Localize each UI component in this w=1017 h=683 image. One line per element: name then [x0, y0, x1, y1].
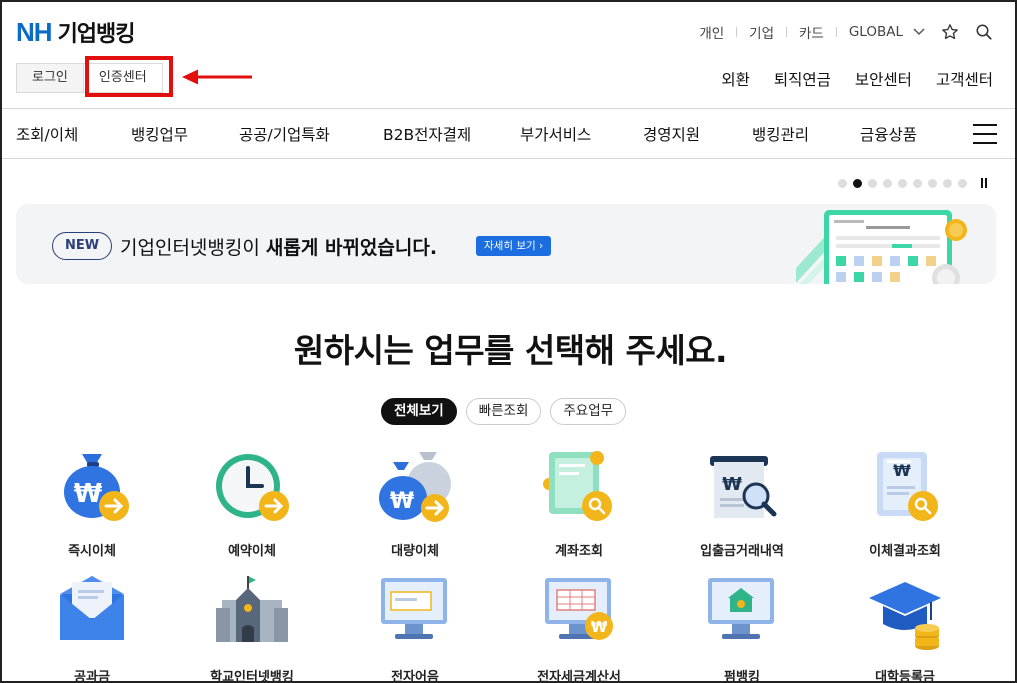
gnb-item-inquiry-transfer[interactable]: 조회/이체 — [16, 123, 78, 145]
tab-all[interactable]: 전체보기 — [381, 398, 457, 425]
service-electronic-bill[interactable]: 전자어음 — [335, 574, 495, 683]
slide-dot[interactable] — [928, 178, 937, 188]
svg-text:₩: ₩ — [390, 489, 414, 514]
service-tabs: 전체보기 빠른조회 주요업무 — [381, 398, 627, 425]
highlight-box — [85, 56, 173, 97]
utility-nav: 개인 기업 카드 GLOBAL — [699, 22, 993, 42]
slide-indicator — [838, 178, 987, 188]
subnav-customer[interactable]: 고객센터 — [936, 68, 993, 90]
monitor-illustration-icon — [796, 210, 967, 284]
service-label: 전자어음 — [391, 670, 439, 683]
service-tuition[interactable]: 대학등록금 — [825, 574, 985, 683]
banner-text-normal: 기업인터넷뱅킹이 — [120, 237, 266, 259]
gnb-item-extra[interactable]: 부가서비스 — [520, 123, 591, 145]
clock-arrow-icon — [216, 454, 289, 521]
subnav-fx[interactable]: 외환 — [721, 68, 750, 90]
promo-banner[interactable]: NEW 기업인터넷뱅킹이 새롭게 바뀌었습니다. 자세히 보기 › — [16, 204, 996, 284]
gnb-item-banking[interactable]: 뱅킹업무 — [131, 123, 188, 145]
red-arrow-icon — [182, 69, 252, 85]
gnb-item-public[interactable]: 공공/기업특화 — [239, 123, 330, 145]
envelope-icon — [60, 576, 124, 640]
service-firm-banking[interactable]: 펌뱅킹 — [662, 574, 822, 683]
slide-dot[interactable] — [883, 178, 892, 188]
tab-main-tasks[interactable]: 주요업무 — [550, 398, 627, 425]
account-search-icon — [543, 451, 612, 521]
sub-nav: 외환 퇴직연금 보안센터 고객센터 — [721, 68, 993, 90]
receipt-search-icon: ₩ — [710, 456, 777, 518]
pause-icon[interactable] — [981, 178, 987, 188]
util-link-corporate[interactable]: 기업 — [749, 22, 774, 42]
search-icon[interactable] — [975, 23, 993, 41]
slide-dot[interactable] — [943, 178, 952, 188]
service-utility-bills[interactable]: 공과금 — [12, 574, 172, 683]
document-search-icon: ₩ — [877, 452, 938, 521]
service-label: 대학등록금 — [875, 670, 935, 683]
logo-nh: NH — [16, 16, 53, 47]
service-instant-transfer[interactable]: ₩ 즉시이체 — [12, 448, 172, 559]
service-school-banking[interactable]: 학교인터넷뱅킹 — [172, 574, 332, 683]
service-transaction-history[interactable]: ₩ 입출금거래내역 — [662, 448, 822, 559]
service-label: 이체결과조회 — [869, 544, 941, 559]
slide-dot[interactable] — [898, 178, 907, 188]
subnav-security[interactable]: 보안센터 — [855, 68, 912, 90]
service-label: 전자세금계산서 — [537, 670, 621, 683]
slide-dot[interactable] — [958, 178, 967, 188]
logo-text: 기업뱅킹 — [57, 22, 136, 47]
svg-text:₩: ₩ — [722, 474, 742, 495]
divider — [835, 27, 837, 37]
svg-text:₩: ₩ — [591, 618, 608, 636]
util-link-global[interactable]: GLOBAL — [849, 24, 903, 40]
school-building-icon — [216, 576, 288, 642]
page-title: 원하시는 업무를 선택해 주세요. — [293, 331, 728, 370]
nh-logo[interactable]: NH 기업뱅킹 — [16, 16, 136, 48]
service-account-inquiry[interactable]: 계좌조회 — [499, 448, 659, 559]
divider — [786, 27, 787, 37]
service-scheduled-transfer[interactable]: 예약이체 — [172, 448, 332, 559]
gnb-item-banking-admin[interactable]: 뱅킹관리 — [752, 123, 809, 145]
util-link-card[interactable]: 카드 — [799, 22, 824, 42]
chevron-down-icon[interactable] — [913, 26, 925, 39]
star-icon[interactable] — [941, 23, 959, 41]
service-label: 펌뱅킹 — [724, 670, 760, 683]
banner-text-bold: 새롭게 바뀌었습니다. — [265, 237, 438, 259]
login-button[interactable]: 로그인 — [17, 64, 83, 92]
gnb-item-management[interactable]: 경영지원 — [643, 123, 700, 145]
money-bag-arrow-icon: ₩ — [64, 454, 129, 521]
divider — [736, 27, 738, 37]
main-nav: 조회/이체 뱅킹업무 공공/기업특화 B2B전자결제 부가서비스 경영지원 뱅킹… — [2, 108, 1015, 159]
monitor-tax-icon: ₩ — [545, 578, 613, 640]
service-label: 공과금 — [74, 670, 110, 683]
service-label: 학교인터넷뱅킹 — [210, 670, 294, 683]
util-link-personal[interactable]: 개인 — [699, 22, 724, 42]
subnav-pension[interactable]: 퇴직연금 — [774, 68, 831, 90]
service-label: 계좌조회 — [555, 544, 603, 559]
gnb-item-b2b[interactable]: B2B전자결제 — [383, 123, 471, 145]
slide-dot[interactable] — [913, 178, 922, 188]
service-e-tax-invoice[interactable]: ₩ 전자세금계산서 — [499, 574, 659, 683]
slide-dot[interactable] — [838, 178, 847, 188]
service-label: 입출금거래내역 — [700, 544, 784, 559]
banner-more-button[interactable]: 자세히 보기 › — [476, 236, 552, 256]
slide-dot[interactable] — [868, 178, 877, 188]
tab-quick-inquiry[interactable]: 빠른조회 — [465, 398, 542, 425]
page-frame: NH 기업뱅킹 개인 기업 카드 GLOBAL 로그인 인증센터 외환 퇴직연금… — [0, 0, 1017, 683]
monitor-bank-icon — [708, 578, 774, 639]
new-badge: NEW — [52, 232, 113, 260]
gnb-item-products[interactable]: 금융상품 — [860, 123, 917, 145]
svg-text:₩: ₩ — [74, 479, 103, 509]
svg-text:₩: ₩ — [893, 461, 911, 480]
menu-icon[interactable] — [973, 124, 997, 144]
slide-dot[interactable] — [853, 178, 862, 188]
monitor-bill-icon — [381, 578, 447, 639]
multi-money-bag-icon: ₩ — [379, 452, 451, 522]
banner-text: 기업인터넷뱅킹이 새롭게 바뀌었습니다. — [120, 233, 437, 260]
service-label: 대량이체 — [391, 544, 439, 559]
service-bulk-transfer[interactable]: ₩ 대량이체 — [335, 448, 495, 559]
service-transfer-result[interactable]: ₩ 이체결과조회 — [825, 448, 985, 559]
service-label: 예약이체 — [228, 544, 276, 559]
service-label: 즉시이체 — [68, 544, 116, 559]
graduation-cap-icon — [869, 582, 941, 650]
